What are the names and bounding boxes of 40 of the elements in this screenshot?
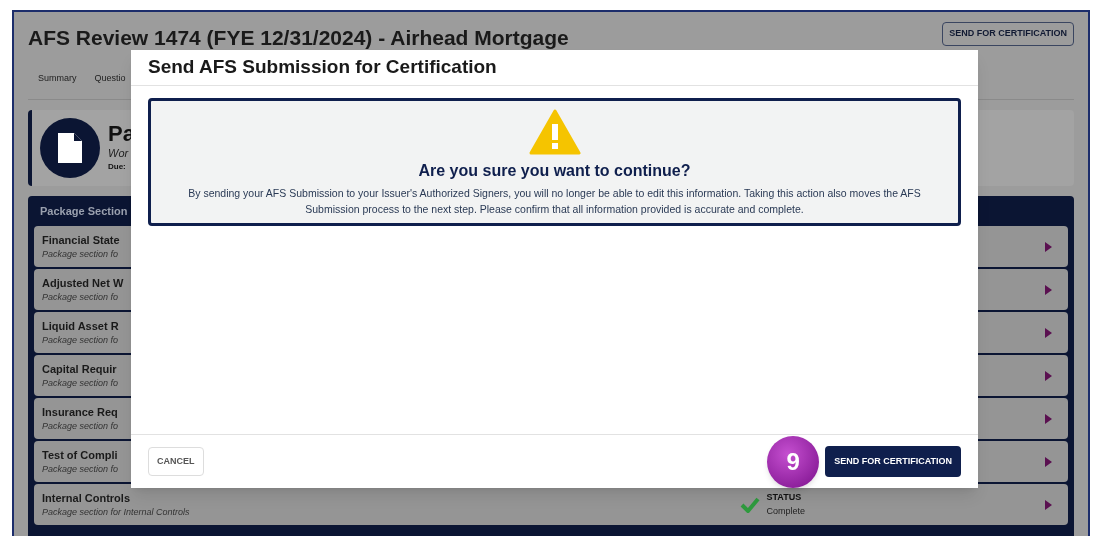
section-title: Financial State [42, 232, 120, 248]
due-label: Due: [108, 161, 127, 174]
package-subtitle: Wor [108, 145, 130, 161]
nav-tab[interactable]: Questio [94, 71, 126, 85]
section-title: Liquid Asset R [42, 318, 119, 334]
section-subtitle: Package section fo [42, 420, 119, 433]
sections-header: Package Section [40, 203, 128, 219]
section-subtitle: Package section for Internal Controls [42, 506, 190, 519]
page-title: AFS Review 1474 (FYE 12/31/2024) - Airhead Mortgage [28, 25, 569, 51]
nav-tab[interactable]: Summary [38, 71, 77, 85]
caret-icon [1045, 327, 1052, 338]
section-title: Capital Requir [42, 361, 118, 377]
section-row[interactable]: Internal Controls Package section for Internal Controls STATUS Complete [34, 484, 1068, 525]
caret-icon [1045, 284, 1052, 295]
check-icon [740, 496, 761, 513]
section-subtitle: Package section fo [42, 248, 120, 261]
send-for-certification-button[interactable]: SEND FOR CERTIFICATION [825, 445, 961, 478]
caret-icon [1045, 456, 1052, 467]
alert-text: By sending your AFS Submission to your Issuer's Authorized Signers, you will no longer be able to edit this information. Taking this action also moves the AFS Submission process to the next step. Please confirm that all information provided is accurate and complete. [187, 186, 922, 217]
caret-icon [1045, 413, 1052, 424]
section-title: Insurance Req [42, 404, 119, 420]
document-icon [40, 118, 100, 178]
section-subtitle: Package section fo [42, 377, 119, 390]
section-title: Test of Compli [42, 447, 119, 463]
section-title: Internal Controls [42, 490, 131, 506]
send-for-certification-button[interactable]: SEND FOR CERTIFICATION [942, 22, 1074, 46]
warning-icon [528, 109, 581, 155]
status-label: STATUS [766, 491, 803, 504]
status-value: Complete [766, 504, 805, 518]
cancel-button[interactable]: CANCEL [148, 446, 204, 477]
section-title: Adjusted Net W [42, 275, 124, 291]
alert-heading: Are you sure you want to continue? [418, 161, 691, 181]
dialog-title: Send AFS Submission for Certification [148, 55, 497, 80]
section-subtitle: Package section fo [42, 291, 120, 304]
step-badge: 9 [767, 435, 820, 488]
caret-icon [1045, 499, 1052, 510]
section-subtitle: Package section fo [42, 463, 119, 476]
section-subtitle: Package section fo [42, 334, 119, 347]
caret-icon [1045, 241, 1052, 252]
caret-icon [1045, 370, 1052, 381]
